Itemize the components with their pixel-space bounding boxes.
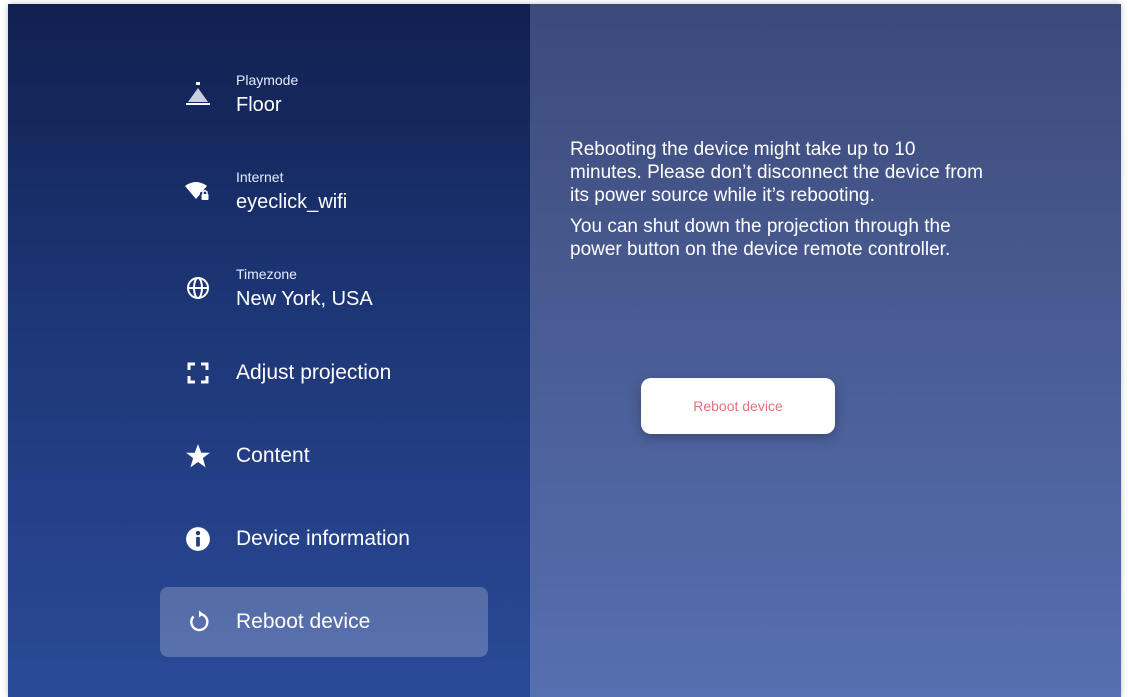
sidebar-item-value: eyeclick_wifi xyxy=(236,190,348,213)
settings-sidebar: Playmode Floor Internet eyeclick_wifi Ti… xyxy=(8,4,530,697)
sidebar-item-label: Timezone xyxy=(236,265,297,282)
star-icon xyxy=(183,441,213,471)
settings-screen: Playmode Floor Internet eyeclick_wifi Ti… xyxy=(8,4,1121,697)
sidebar-item-internet[interactable]: Internet eyeclick_wifi xyxy=(160,156,488,226)
sidebar-item-timezone[interactable]: Timezone New York, USA xyxy=(160,253,488,323)
sidebar-item-label: Reboot device xyxy=(236,610,371,633)
reboot-icon xyxy=(183,607,213,637)
sidebar-item-reboot-device[interactable]: Reboot device xyxy=(160,587,488,657)
playmode-icon xyxy=(183,79,213,109)
sidebar-item-playmode[interactable]: Playmode Floor xyxy=(160,59,488,129)
sidebar-item-label: Adjust projection xyxy=(236,361,392,384)
shutdown-hint-paragraph: You can shut down the projection through… xyxy=(570,216,951,260)
frame-corners-icon xyxy=(183,358,213,388)
sidebar-item-label: Device information xyxy=(236,527,410,550)
reboot-info-text: Rebooting the device might take up to 10… xyxy=(570,138,990,269)
sidebar-item-content[interactable]: Content xyxy=(160,421,488,491)
sidebar-item-adjust-projection[interactable]: Adjust projection xyxy=(160,338,488,408)
sidebar-item-value: Floor xyxy=(236,93,282,116)
globe-icon xyxy=(183,273,213,303)
sidebar-item-label: Playmode xyxy=(236,71,299,88)
reboot-panel: Rebooting the device might take up to 10… xyxy=(530,4,1121,697)
reboot-device-button[interactable]: Reboot device xyxy=(641,378,835,434)
sidebar-item-value: New York, USA xyxy=(236,287,373,310)
reboot-warning-paragraph: Rebooting the device might take up to 10… xyxy=(570,139,983,206)
info-icon xyxy=(183,524,213,554)
sidebar-item-label: Content xyxy=(236,444,310,467)
sidebar-item-label: Internet xyxy=(236,168,284,185)
wifi-lock-icon xyxy=(183,176,213,206)
sidebar-item-device-information[interactable]: Device information xyxy=(160,504,488,574)
